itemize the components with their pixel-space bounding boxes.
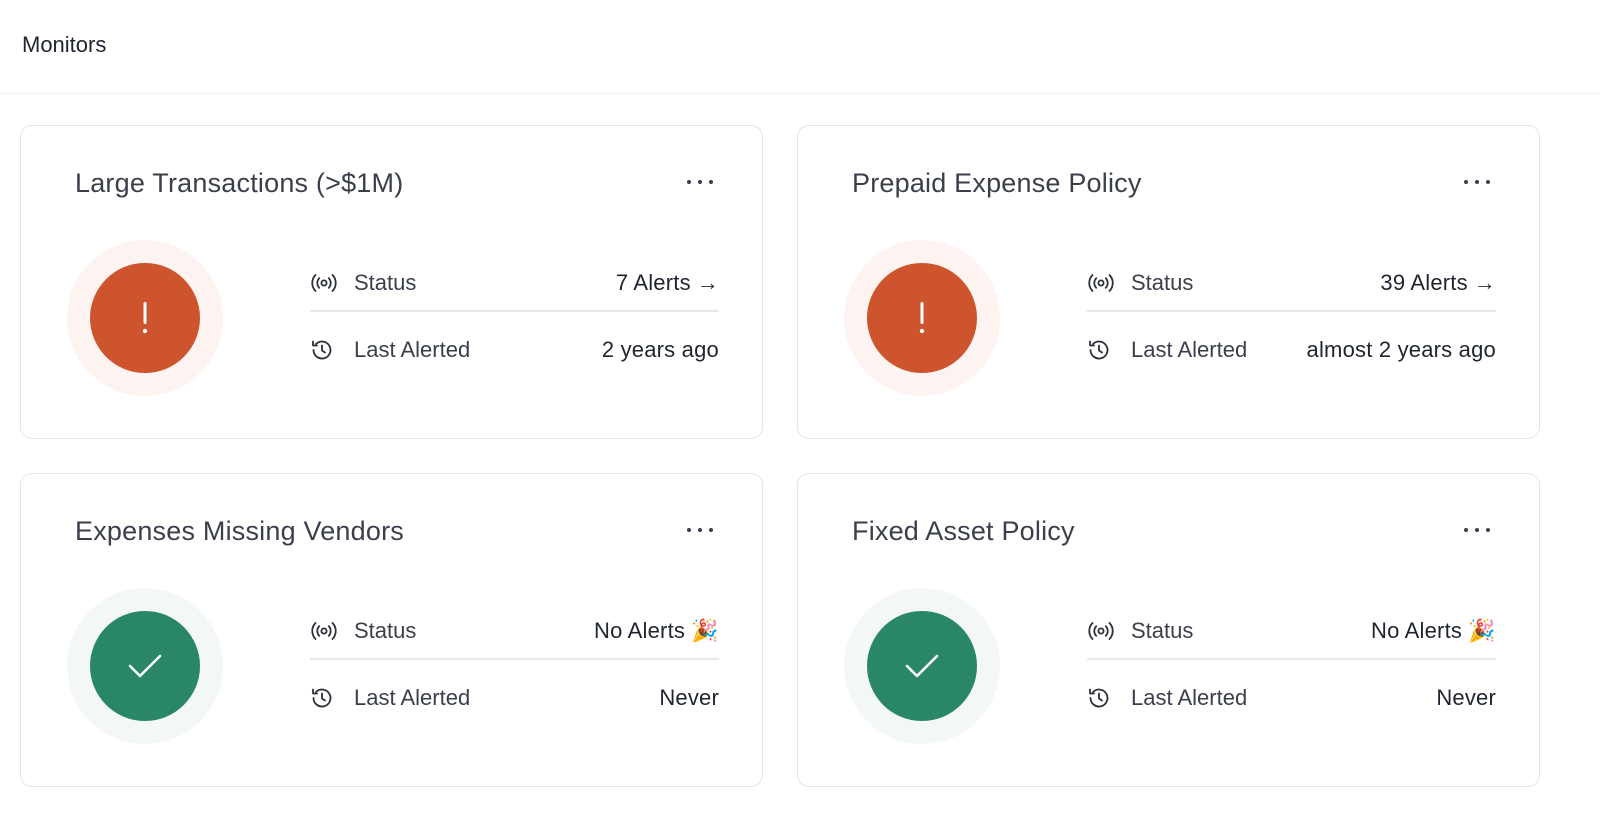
status-indicator	[844, 240, 1000, 396]
more-options-button[interactable]	[1459, 168, 1495, 196]
status-label: Status	[354, 618, 417, 643]
status-alerts-link[interactable]: 7 Alerts →	[616, 270, 719, 296]
monitor-title: Fixed Asset Policy	[852, 516, 1075, 546]
status-label: Status	[1131, 270, 1194, 295]
more-horizontal-icon	[687, 528, 713, 532]
page-title: Monitors	[22, 32, 107, 57]
broadcast-icon	[310, 271, 340, 295]
last-alerted-row: Last Alerted 2 years ago	[310, 312, 719, 378]
history-icon	[1087, 338, 1117, 362]
last-alerted-label: Last Alerted	[1131, 337, 1248, 362]
more-horizontal-icon	[1464, 180, 1490, 184]
monitor-card[interactable]: Large Transactions (>$1M) Status 7 Alert…	[20, 125, 763, 439]
status-alerts-link[interactable]: 39 Alerts →	[1380, 270, 1496, 296]
monitor-info: Status No Alerts 🎉 Last Alerted Never	[1087, 604, 1496, 726]
status-value: No Alerts 🎉	[1371, 618, 1496, 643]
status-label: Status	[1131, 618, 1194, 643]
last-alerted-label: Last Alerted	[354, 685, 471, 710]
exclamation-icon	[919, 302, 925, 334]
broadcast-icon	[310, 619, 340, 643]
status-value: No Alerts 🎉	[594, 618, 719, 643]
last-alerted-row: Last Alerted almost 2 years ago	[1087, 312, 1496, 378]
arrow-right-icon: →	[696, 270, 719, 295]
monitor-card[interactable]: Fixed Asset Policy Status No Alerts 🎉 La…	[797, 473, 1540, 787]
status-row: Status 7 Alerts →	[310, 256, 719, 312]
monitor-info: Status No Alerts 🎉 Last Alerted Never	[310, 604, 719, 726]
last-alerted-value: Never	[1436, 685, 1496, 710]
monitor-card[interactable]: Expenses Missing Vendors Status No Alert…	[20, 473, 763, 787]
more-options-button[interactable]	[682, 168, 718, 196]
history-icon	[310, 686, 340, 710]
check-icon	[128, 654, 162, 678]
monitor-info: Status 7 Alerts → Last Alerted 2 years ag…	[310, 256, 719, 378]
check-icon	[905, 654, 939, 678]
last-alerted-row: Last Alerted Never	[1087, 660, 1496, 726]
last-alerted-label: Last Alerted	[354, 337, 471, 362]
last-alerted-value: Never	[659, 685, 719, 710]
monitor-title: Large Transactions (>$1M)	[75, 168, 404, 198]
monitor-card[interactable]: Prepaid Expense Policy Status 39 Alerts →…	[797, 125, 1540, 439]
status-row: Status No Alerts 🎉	[310, 604, 719, 660]
history-icon	[1087, 686, 1117, 710]
status-indicator	[844, 588, 1000, 744]
more-horizontal-icon	[687, 180, 713, 184]
more-options-button[interactable]	[1459, 516, 1495, 544]
last-alerted-label: Last Alerted	[1131, 685, 1248, 710]
arrow-right-icon: →	[1473, 270, 1496, 295]
last-alerted-value: 2 years ago	[601, 337, 719, 362]
status-row: Status 39 Alerts →	[1087, 256, 1496, 312]
exclamation-icon	[142, 302, 148, 334]
monitor-info: Status 39 Alerts → Last Alerted almost 2 …	[1087, 256, 1496, 378]
more-horizontal-icon	[1464, 528, 1490, 532]
history-icon	[310, 338, 340, 362]
status-row: Status No Alerts 🎉	[1087, 604, 1496, 660]
monitor-title: Expenses Missing Vendors	[75, 516, 404, 546]
last-alerted-row: Last Alerted Never	[310, 660, 719, 726]
monitor-title: Prepaid Expense Policy	[852, 168, 1142, 198]
broadcast-icon	[1087, 271, 1117, 295]
broadcast-icon	[1087, 619, 1117, 643]
last-alerted-value: almost 2 years ago	[1306, 337, 1496, 362]
page-header: Monitors	[0, 0, 1600, 94]
more-options-button[interactable]	[682, 516, 718, 544]
status-label: Status	[354, 270, 417, 295]
status-indicator	[67, 588, 223, 744]
status-indicator	[67, 240, 223, 396]
